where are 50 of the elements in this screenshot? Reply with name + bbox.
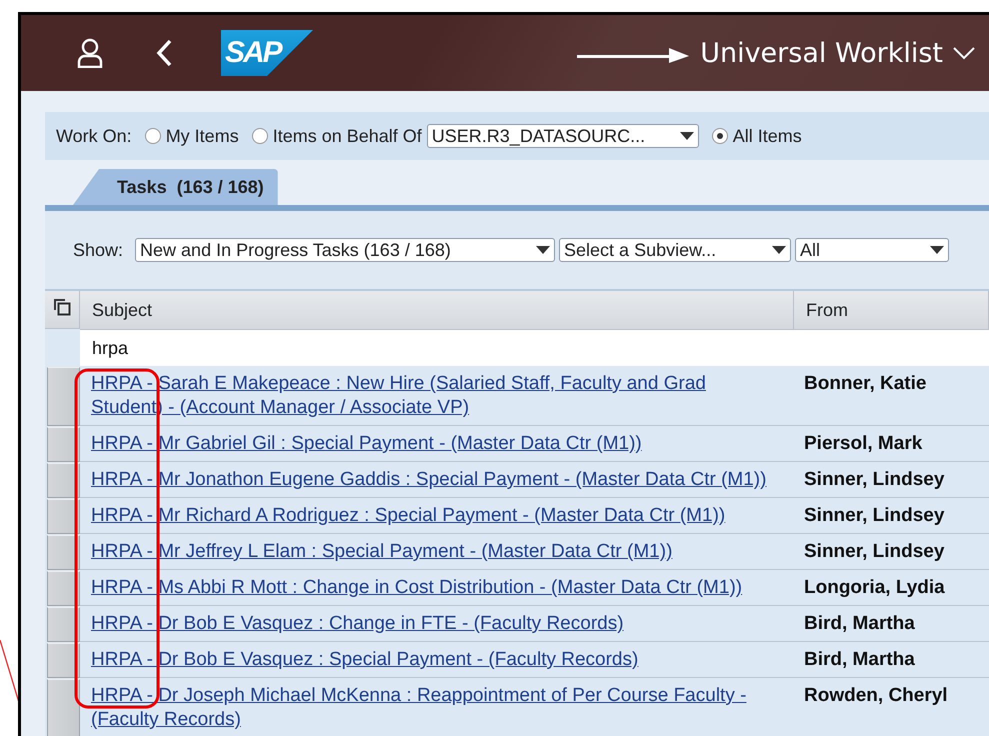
table-cell: Piersol, Mark — [794, 426, 989, 462]
sap-logo: SAP — [221, 30, 313, 76]
caret-icon — [930, 246, 944, 254]
row-selector[interactable] — [47, 427, 80, 462]
copy-icon[interactable] — [52, 297, 72, 317]
page-title[interactable]: Universal Worklist — [700, 38, 943, 68]
table-cell: Longoria, Lydia — [794, 570, 989, 606]
task-link[interactable]: HRPA - Mr Richard A Rodriguez : Special Payment - (Master Data Ctr (M1)) — [91, 504, 782, 528]
task-link[interactable]: HRPA - Mr Gabriel Gil : Special Payment - (Master Data Ctr (M1)) — [91, 432, 782, 456]
task-link[interactable]: HRPA - Mr Jonathon Eugene Gaddis : Special Payment - (Master Data Ctr (M1)) — [91, 468, 782, 492]
task-link[interactable]: HRPA - Dr Bob E Vasquez : Special Payment - (Faculty Records) — [91, 648, 782, 672]
row-selector[interactable] — [47, 463, 80, 498]
radio-button[interactable] — [144, 128, 161, 144]
row-selector[interactable] — [47, 679, 80, 736]
row-selector[interactable] — [47, 367, 80, 426]
table-cell: Sinner, Lindsey — [794, 462, 989, 498]
filter-dropdown[interactable]: All — [795, 238, 950, 262]
column-header[interactable]: From — [794, 291, 989, 330]
row-selector[interactable] — [47, 571, 80, 606]
caret-icon — [536, 246, 550, 254]
table-cell: Sinner, Lindsey — [794, 498, 989, 534]
caret-icon — [772, 246, 786, 254]
row-selector[interactable] — [47, 607, 80, 642]
column-header[interactable]: Subject — [80, 291, 794, 330]
row-selector[interactable] — [47, 499, 80, 534]
caret-icon — [680, 132, 694, 140]
radio-button[interactable] — [712, 128, 728, 144]
tab[interactable]: Tasks (163 / 168) — [73, 169, 278, 205]
task-link[interactable]: HRPA - Mr Jeffrey L Elam : Special Payment - (Master Data Ctr (M1)) — [91, 540, 782, 564]
user-dropdown[interactable]: USER.R3_DATASOURC... — [426, 124, 699, 148]
table-cell: Rowden, Cheryl — [794, 678, 989, 736]
row-selector[interactable] — [47, 643, 80, 678]
work-on-label: Work On: — [56, 126, 132, 146]
filter-dropdown[interactable]: Select a Subview... — [559, 238, 792, 262]
show-label: Show: — [73, 240, 124, 260]
task-link[interactable]: HRPA - Ms Abbi R Mott : Change in Cost Distribution - (Master Data Ctr (M1)) — [91, 576, 782, 600]
radio-label[interactable]: Items on Behalf Of — [272, 126, 422, 146]
radio-button[interactable] — [252, 128, 268, 144]
radio-label[interactable]: My Items — [166, 126, 239, 146]
table-cell: Bird, Martha — [794, 642, 989, 678]
table-cell: Bird, Martha — [794, 606, 989, 642]
chevron-down-icon[interactable] — [953, 46, 975, 60]
filter-field[interactable]: hrpa — [80, 330, 989, 366]
table-cell: Bonner, Katie — [794, 366, 989, 426]
radio-label[interactable]: All Items — [732, 126, 802, 146]
task-link[interactable]: HRPA - Dr Bob E Vasquez : Change in FTE - (Faculty Records) — [91, 612, 782, 636]
table-cell: Sinner, Lindsey — [794, 534, 989, 570]
row-selector[interactable] — [47, 535, 80, 570]
filter-dropdown[interactable]: New and In Progress Tasks (163 / 168) — [135, 238, 556, 262]
task-link[interactable]: HRPA - Dr Joseph Michael McKenna : Reappointment of Per Course Faculty - (Faculty Records) — [91, 684, 782, 732]
